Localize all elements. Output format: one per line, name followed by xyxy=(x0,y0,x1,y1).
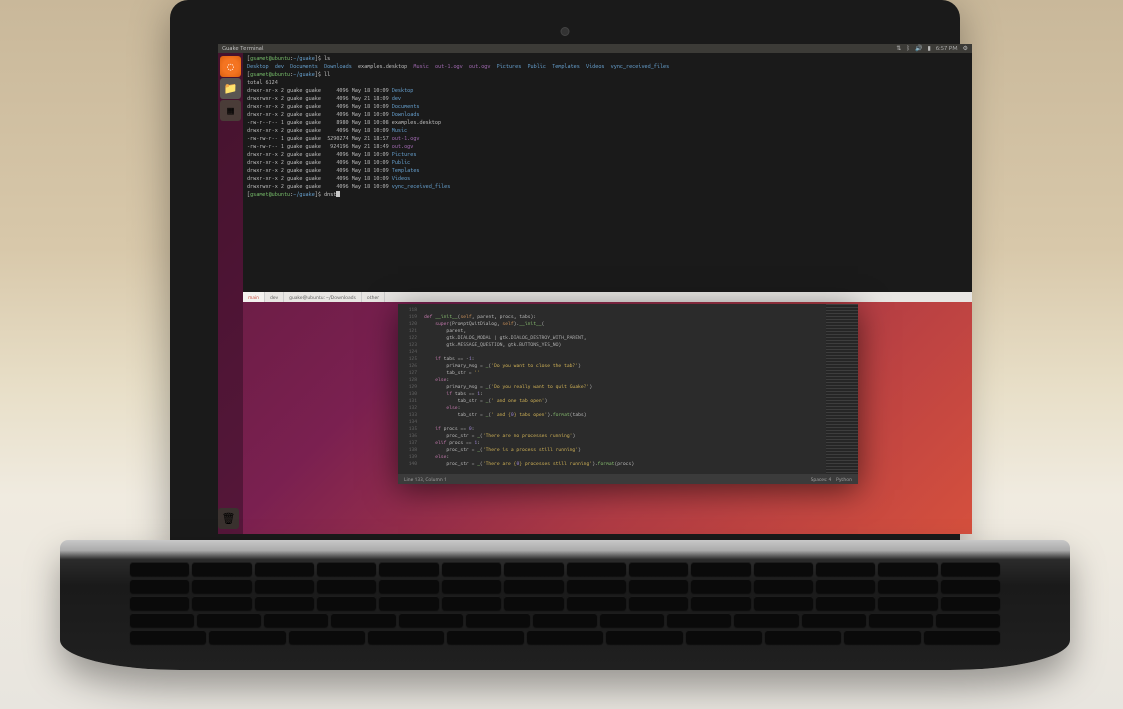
laptop-keyboard xyxy=(130,562,1000,644)
ubuntu-dash-icon[interactable]: ◌ xyxy=(220,56,241,77)
terminal-tab[interactable]: other xyxy=(362,292,385,302)
bluetooth-icon[interactable]: ᛒ xyxy=(906,44,910,53)
editor-gutter: 1181191201211221231241251261271281291301… xyxy=(398,304,420,474)
clock[interactable]: 6:57 PM xyxy=(936,44,958,53)
laptop-mockup: Guake Terminal ⇅ ᛒ 🔊 ▮ 6:57 PM ⚙ ◌ 📁 ▦ 🗑… xyxy=(140,0,990,709)
laptop-base xyxy=(60,540,1070,670)
laptop-screen-bezel: Guake Terminal ⇅ ᛒ 🔊 ▮ 6:57 PM ⚙ ◌ 📁 ▦ 🗑… xyxy=(170,0,960,548)
battery-icon[interactable]: ▮ xyxy=(927,44,930,53)
webcam-icon xyxy=(561,27,570,36)
window-title: Guake Terminal xyxy=(222,44,263,53)
status-position: Line 133, Column 1 xyxy=(404,474,447,484)
ubuntu-desktop: Guake Terminal ⇅ ᛒ 🔊 ▮ 6:57 PM ⚙ ◌ 📁 ▦ 🗑… xyxy=(218,44,972,534)
files-launcher-icon[interactable]: 📁 xyxy=(220,78,241,99)
code-editor-window[interactable]: 1181191201211221231241251261271281291301… xyxy=(398,304,858,484)
editor-minimap[interactable] xyxy=(826,304,858,474)
network-icon[interactable]: ⇅ xyxy=(896,44,901,53)
terminal-tab[interactable]: guake@ubuntu: ~/Downloads xyxy=(284,292,362,302)
unity-launcher: ◌ 📁 ▦ 🗑 xyxy=(218,53,243,534)
status-indent[interactable]: Spaces: 4 xyxy=(811,476,832,482)
editor-code-area[interactable]: def __init__(self, parent, procs, tabs):… xyxy=(420,304,826,474)
trash-icon[interactable]: 🗑 xyxy=(218,508,239,529)
guake-terminal[interactable]: [gsamet@ubuntu:~/guake]$ lsDesktop dev D… xyxy=(243,53,972,299)
status-language[interactable]: Python xyxy=(836,476,852,482)
ubuntu-menubar: Guake Terminal ⇅ ᛒ 🔊 ▮ 6:57 PM ⚙ xyxy=(218,44,972,53)
terminal-tab[interactable]: dev xyxy=(265,292,284,302)
volume-icon[interactable]: 🔊 xyxy=(915,44,922,53)
terminal-tab[interactable]: main xyxy=(243,292,265,302)
terminal-tab-bar: maindevguake@ubuntu: ~/Downloadsother xyxy=(243,292,972,302)
gear-icon[interactable]: ⚙ xyxy=(963,44,968,53)
app-launcher-icon[interactable]: ▦ xyxy=(220,100,241,121)
editor-statusbar: Line 133, Column 1 Spaces: 4 Python xyxy=(398,474,858,484)
